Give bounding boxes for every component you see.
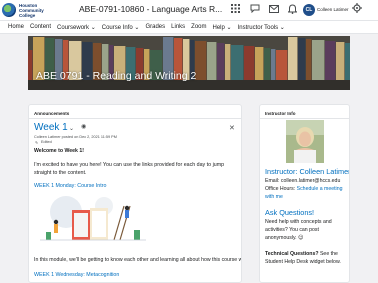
ask-questions-title: Ask Questions! xyxy=(265,208,315,217)
ask-questions-text: Need help with concepts and activities? … xyxy=(265,219,332,242)
instructor-name: Instructor: Colleen Latimer xyxy=(265,167,350,176)
logo-line-2: Community xyxy=(19,7,44,13)
course-navbar: Home Content Coursework ⌄ Course Info ⌄ … xyxy=(0,20,378,34)
pencil-icon: ✎ xyxy=(35,141,39,145)
bell-icon[interactable] xyxy=(287,3,298,14)
welcome-heading: Welcome to Week 1! xyxy=(34,148,84,154)
week1-wednesday-link[interactable]: WEEK 1 Wednesday: Metacognition xyxy=(34,272,119,278)
nav-content[interactable]: Content xyxy=(27,24,54,30)
logo-mark-icon xyxy=(2,3,16,17)
widget-title: Instructor Info xyxy=(265,111,296,116)
nav-home[interactable]: Home xyxy=(5,24,27,30)
instructor-photo xyxy=(286,120,324,163)
banner-title: ABE 0791 - Reading and Writing 2 xyxy=(36,70,197,82)
mail-icon[interactable] xyxy=(268,3,279,14)
schedule-meeting-link-cont[interactable]: with me xyxy=(265,194,283,200)
nav-course-info[interactable]: Course Info ⌄ xyxy=(99,24,143,31)
books-illustration xyxy=(40,196,146,241)
schedule-meeting-link[interactable]: Schedule a meeting xyxy=(297,186,343,192)
nav-help[interactable]: Help ⌄ xyxy=(210,24,235,31)
gear-icon[interactable] xyxy=(351,3,362,14)
user-avatar[interactable]: CL xyxy=(303,4,315,16)
chevron-down-icon[interactable]: ⌄ xyxy=(69,125,74,132)
instructor-email[interactable]: Email: colleen.latimer@hccs.edu xyxy=(265,178,340,184)
nav-zoom[interactable]: Zoom xyxy=(188,24,209,30)
nav-grades[interactable]: Grades xyxy=(142,24,168,30)
office-hours-label: Office Hours: xyxy=(265,186,297,192)
office-hours: Office Hours: Schedule a meeting xyxy=(265,186,342,192)
logo-text: Houston Community College xyxy=(19,3,44,18)
nav-instructor-tools[interactable]: Instructor Tools ⌄ xyxy=(235,24,288,31)
instructor-info-widget: Instructor Info Instructor: Colleen Lati… xyxy=(259,104,350,283)
logo-line-3: College xyxy=(19,12,36,18)
college-logo[interactable]: Houston Community College xyxy=(2,1,72,19)
nav-links[interactable]: Links xyxy=(168,24,188,30)
chat-icon[interactable] xyxy=(249,3,260,14)
posted-meta: Colleen Latimer posted on Dec 2, 2021 11… xyxy=(34,135,117,139)
tech-questions: Technical Questions? See the Student Hel… xyxy=(265,250,349,266)
divider xyxy=(29,118,241,119)
module-description: In this module, we'll be getting to know… xyxy=(34,257,242,263)
top-bar: Houston Community College ABE-0791-10860… xyxy=(0,0,378,20)
grid-icon[interactable] xyxy=(230,3,241,14)
user-name[interactable]: Colleen Latimer xyxy=(317,7,349,12)
widget-title: Announcements xyxy=(34,111,70,116)
course-title[interactable]: ABE-0791-10860 - Language Arts R... xyxy=(79,4,222,14)
nav-coursework[interactable]: Coursework ⌄ xyxy=(54,24,99,31)
divider xyxy=(260,118,349,119)
tech-label: Technical Questions? xyxy=(265,251,319,257)
announcements-widget: Announcements Week 1 ⌄ ◉ ✕ Colleen Latim… xyxy=(28,104,242,283)
close-icon[interactable]: ✕ xyxy=(229,124,235,132)
announcement-title[interactable]: Week 1 xyxy=(34,122,68,133)
edited-label: Edited xyxy=(41,140,52,144)
eye-icon: ◉ xyxy=(81,124,87,130)
week1-monday-link[interactable]: WEEK 1 Monday: Course Intro xyxy=(34,183,106,189)
course-banner: ABE 0791 - Reading and Writing 2 xyxy=(28,36,350,90)
intro-text: I'm excited to have you here! You can us… xyxy=(34,162,225,176)
